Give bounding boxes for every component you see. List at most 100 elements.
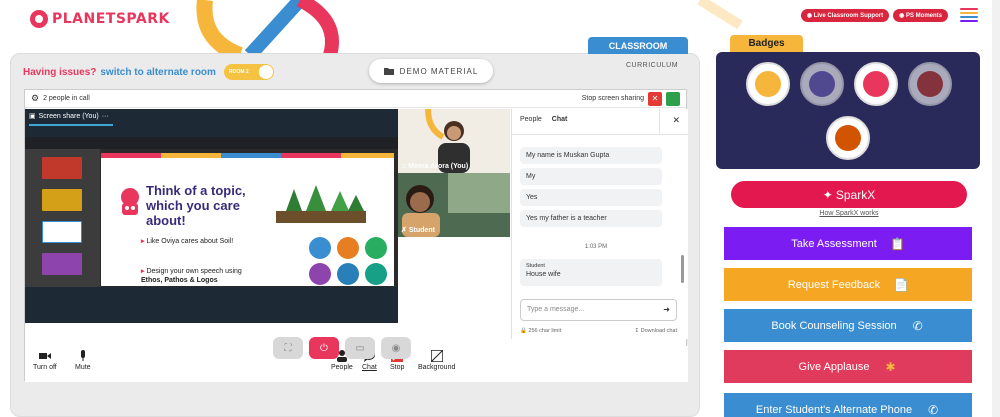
phone-icon: ✆ bbox=[912, 318, 923, 333]
live-support-button[interactable]: ◉ Live Classroom Support bbox=[800, 8, 890, 22]
sparkx-icon: ✦ bbox=[822, 187, 833, 202]
badges-title: Badges bbox=[730, 35, 803, 52]
room-toggle-label: ROOM 2 bbox=[228, 69, 249, 75]
background-button[interactable]: Background bbox=[418, 350, 455, 371]
illustration-circle bbox=[337, 263, 359, 285]
chat-input[interactable]: Type a message... ➜ bbox=[520, 299, 677, 321]
chat-label: Chat bbox=[362, 364, 377, 371]
mute-label: Mute bbox=[75, 364, 91, 371]
ps-moments-button[interactable]: ◉ PS Moments bbox=[893, 8, 948, 22]
fullscreen-button[interactable]: ⛶ bbox=[273, 337, 303, 359]
slide-thumbnails bbox=[25, 149, 100, 287]
stop-share-button[interactable]: ✕ bbox=[648, 91, 662, 106]
demo-material-button[interactable]: DEMO MATERIAL bbox=[369, 59, 493, 83]
landscape-illustration bbox=[276, 185, 366, 223]
take-assessment-button[interactable]: Take Assessment 📋 bbox=[724, 227, 972, 260]
palette-icon: ◉ bbox=[391, 342, 401, 354]
badge-icon[interactable] bbox=[854, 62, 898, 106]
illustration-circle bbox=[365, 263, 387, 285]
people-count: 2 people in call bbox=[43, 95, 90, 102]
page-scrollbar[interactable] bbox=[992, 0, 1000, 417]
issues-text: Having issues? bbox=[23, 66, 97, 78]
teacher-name-label: ♫ Meera Arora (You) bbox=[401, 163, 469, 170]
sparkx-button[interactable]: ✦ SparkX bbox=[731, 181, 967, 208]
switch-room-link[interactable]: switch to alternate room bbox=[100, 67, 216, 78]
chat-input-placeholder: Type a message... bbox=[527, 306, 585, 313]
call-topbar: ⚙ 2 people in call Stop screen sharing ✕ bbox=[25, 90, 686, 108]
clipboard-icon: 📋 bbox=[890, 236, 906, 251]
request-feedback-button[interactable]: Request Feedback 📄 bbox=[724, 268, 972, 301]
slide-thumbnail[interactable] bbox=[42, 253, 82, 275]
chat-message: Yes my father is a teacher bbox=[520, 210, 662, 227]
badge-icon[interactable] bbox=[908, 62, 952, 106]
slide-bullet-2: ▸ Design your own speech using Ethos, Pat… bbox=[141, 268, 242, 284]
settings-gear-icon[interactable]: ⚙ bbox=[31, 93, 39, 104]
participant-tile-student[interactable]: ✗ Student bbox=[398, 173, 510, 237]
slide-thumbnail[interactable] bbox=[42, 221, 82, 243]
fullscreen-icon: ⛶ bbox=[284, 342, 292, 354]
participant-tile-teacher[interactable]: ♫ Meera Arora (You) bbox=[398, 109, 510, 173]
tab-people[interactable]: People bbox=[520, 116, 542, 134]
issues-bar: Having issues? switch to alternate room … bbox=[23, 64, 274, 80]
tab-classroom[interactable]: CLASSROOM bbox=[588, 37, 688, 54]
badge-icon[interactable] bbox=[746, 62, 790, 106]
illustration-circle bbox=[365, 237, 387, 259]
give-applause-button[interactable]: Give Applause ✱ bbox=[724, 350, 972, 383]
end-class-button[interactable]: ⏻ bbox=[309, 337, 339, 359]
how-sparkx-link[interactable]: How SparkX works bbox=[731, 210, 967, 217]
share-screen-icon[interactable] bbox=[666, 91, 680, 106]
alternate-phone-label: Enter Student's Alternate Phone bbox=[755, 403, 913, 416]
current-slide: Think of a topic, which you care about! … bbox=[101, 153, 394, 286]
hamburger-menu-icon[interactable] bbox=[960, 8, 978, 22]
illustration-circle bbox=[309, 237, 331, 259]
more-icon[interactable]: ··· bbox=[102, 113, 109, 120]
badge-icon[interactable] bbox=[800, 62, 844, 106]
close-chat-icon[interactable]: ✕ bbox=[672, 115, 680, 126]
badge-icon[interactable] bbox=[826, 116, 870, 160]
robot-mascot-icon bbox=[121, 188, 139, 215]
palette-button[interactable]: ◉ bbox=[381, 337, 411, 359]
screen-share-underline bbox=[29, 124, 113, 126]
mic-icon: ♫ bbox=[401, 163, 407, 170]
slide-thumbnail[interactable] bbox=[42, 157, 82, 179]
header-actions: ◉ Live Classroom Support ◉ PS Moments bbox=[800, 8, 978, 22]
laptop-icon: ▭ bbox=[355, 342, 365, 354]
slides-toolbar bbox=[25, 137, 398, 149]
planetspark-logo[interactable]: PLANETSPARK bbox=[30, 10, 170, 28]
mute-button[interactable]: Mute bbox=[75, 350, 91, 371]
microphone-icon bbox=[80, 350, 85, 361]
give-applause-label: Give Applause bbox=[798, 360, 870, 373]
logo-mark-icon bbox=[30, 10, 48, 28]
shared-slides-app: Think of a topic, which you care about! … bbox=[25, 137, 398, 287]
screen-icon: ▣ bbox=[29, 113, 36, 120]
camera-toggle-button[interactable]: Turn off bbox=[33, 350, 57, 371]
background-label: Background bbox=[418, 364, 456, 371]
stop-share-label: Stop screen sharing bbox=[581, 95, 644, 102]
chat-sender: Student bbox=[526, 263, 545, 269]
download-chat-link[interactable]: ↧ Download chat bbox=[634, 328, 677, 334]
chat-message: My name is Muskan Gupta bbox=[520, 147, 662, 164]
take-assessment-label: Take Assessment bbox=[791, 237, 877, 250]
slide-bullet-1: ▸ Like Oviya cares about Soil! bbox=[141, 238, 234, 245]
chat-timestamp: 1:03 PM bbox=[584, 244, 608, 250]
tab-chat[interactable]: Chat bbox=[552, 116, 568, 134]
demo-material-label: DEMO MATERIAL bbox=[399, 66, 479, 76]
people-label: People bbox=[331, 364, 353, 371]
screen-share-label: ▣ Screen share (You) ··· bbox=[29, 112, 109, 121]
screen-button[interactable]: ▭ bbox=[345, 337, 375, 359]
turn-off-label: Turn off bbox=[33, 364, 57, 371]
book-counseling-label: Book Counseling Session bbox=[771, 319, 897, 332]
book-counseling-button[interactable]: Book Counseling Session ✆ bbox=[724, 309, 972, 342]
student-name-label: ✗ Student bbox=[401, 226, 435, 235]
room-toggle[interactable]: ROOM 2 bbox=[223, 64, 274, 80]
chat-scrollbar[interactable] bbox=[681, 255, 684, 283]
send-icon[interactable]: ➜ bbox=[663, 305, 670, 314]
slide-thumbnail[interactable] bbox=[42, 189, 82, 211]
alternate-phone-button[interactable]: Enter Student's Alternate Phone ✆ bbox=[724, 393, 972, 417]
live-support-label: Live Classroom Support bbox=[813, 12, 884, 19]
classroom-card: CLASSROOM CURRICULUM Having issues? swit… bbox=[10, 37, 700, 417]
tab-curriculum[interactable]: CURRICULUM bbox=[626, 62, 678, 69]
screen-share-view: ▣ Screen share (You) ··· Think of a topi… bbox=[25, 109, 398, 323]
bottom-toolbar: ⛶ ⏻ ▭ ◉ bbox=[273, 337, 411, 359]
sparkx-label: SparkX bbox=[835, 187, 876, 202]
